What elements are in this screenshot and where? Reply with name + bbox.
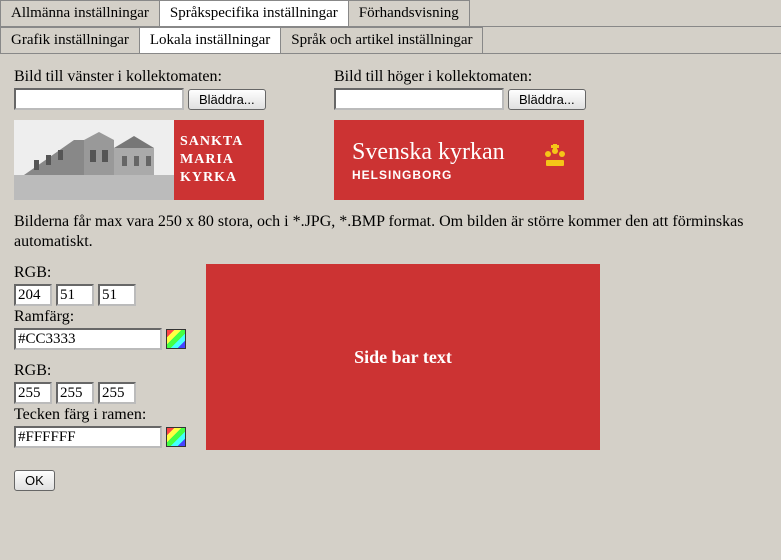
image-size-info: Bilderna får max vara 250 x 80 stora, oc… xyxy=(14,212,754,252)
tab-language-specific[interactable]: Språkspecifika inställningar xyxy=(159,0,349,26)
left-image-label: Bild till vänster i kollektomaten: xyxy=(14,68,334,86)
tab-preview[interactable]: Förhandsvisning xyxy=(348,0,470,26)
left-image-preview: SANKTA MARIA KYRKA xyxy=(14,120,264,200)
sidebar-preview: Side bar text xyxy=(206,264,600,450)
left-block-line3: KYRKA xyxy=(180,169,258,187)
text-color-picker-icon[interactable] xyxy=(166,427,186,447)
frame-rgb-label: RGB: xyxy=(14,264,194,282)
ok-button[interactable]: OK xyxy=(14,470,55,491)
crown-emblem-icon xyxy=(540,142,570,172)
subtab-local[interactable]: Lokala inställningar xyxy=(139,27,281,53)
text-b-input[interactable] xyxy=(98,382,136,404)
left-block-line2: MARIA xyxy=(180,151,258,169)
church-photo-icon xyxy=(14,120,174,200)
left-browse-button[interactable]: Bläddra... xyxy=(188,89,266,110)
frame-color-label: Ramfärg: xyxy=(14,308,194,326)
left-block-line1: SANKTA xyxy=(180,133,258,151)
left-image-section: Bild till vänster i kollektomaten: Blädd… xyxy=(14,68,334,206)
tab-general[interactable]: Allmänna inställningar xyxy=(0,0,160,26)
sidebar-preview-text: Side bar text xyxy=(354,347,452,368)
text-rgb-label: RGB: xyxy=(14,362,194,380)
left-image-text-block: SANKTA MARIA KYRKA xyxy=(174,120,264,200)
right-image-section: Bild till höger i kollektomaten: Bläddra… xyxy=(334,68,654,206)
color-controls: RGB: Ramfärg: RGB: Tecken färg i ramen: xyxy=(14,264,194,460)
text-color-label: Tecken färg i ramen: xyxy=(14,406,194,424)
right-image-preview: Svenska kyrkan HELSINGBORG xyxy=(334,120,584,200)
right-image-label: Bild till höger i kollektomaten: xyxy=(334,68,654,86)
subtab-graphics[interactable]: Grafik inställningar xyxy=(0,27,140,53)
subtab-language-article[interactable]: Språk och artikel inställningar xyxy=(280,27,483,53)
frame-b-input[interactable] xyxy=(98,284,136,306)
frame-r-input[interactable] xyxy=(14,284,52,306)
text-r-input[interactable] xyxy=(14,382,52,404)
text-g-input[interactable] xyxy=(56,382,94,404)
sub-tab-bar: Grafik inställningar Lokala inställninga… xyxy=(0,27,781,54)
left-image-path-input[interactable] xyxy=(14,88,184,110)
right-image-path-input[interactable] xyxy=(334,88,504,110)
frame-color-picker-icon[interactable] xyxy=(166,329,186,349)
frame-g-input[interactable] xyxy=(56,284,94,306)
frame-hex-input[interactable] xyxy=(14,328,162,350)
top-tab-bar: Allmänna inställningar Språkspecifika in… xyxy=(0,0,781,27)
right-browse-button[interactable]: Bläddra... xyxy=(508,89,586,110)
text-hex-input[interactable] xyxy=(14,426,162,448)
